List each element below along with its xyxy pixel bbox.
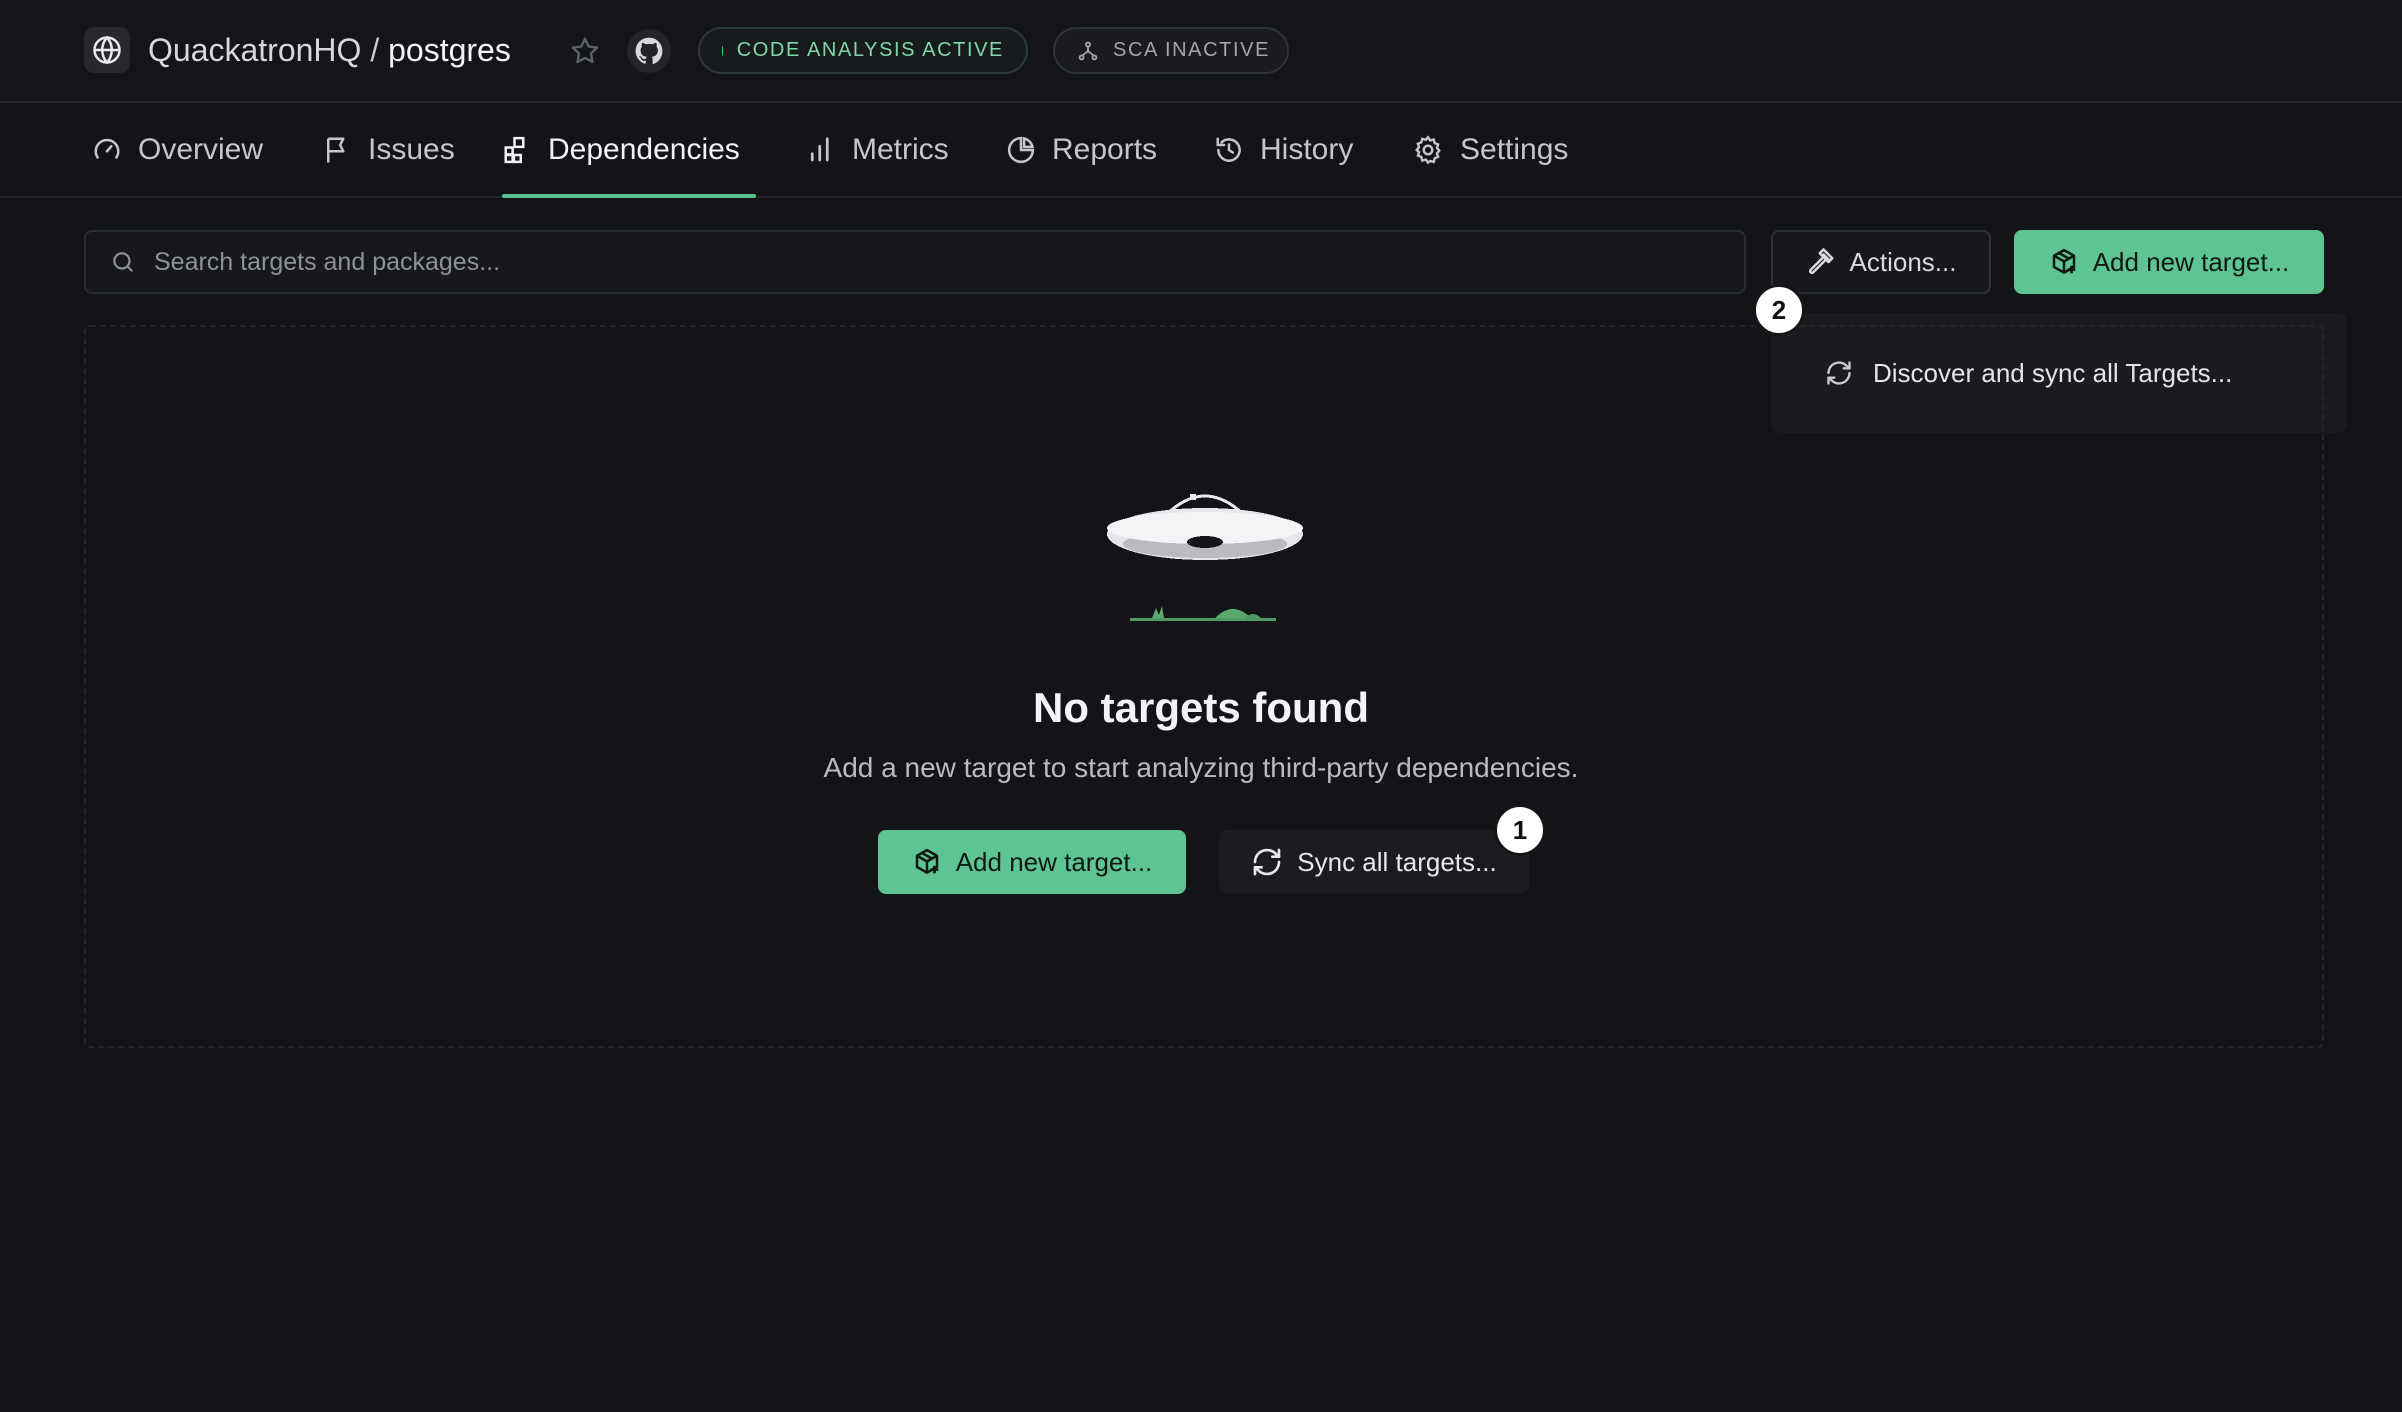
search-icon bbox=[110, 249, 136, 275]
step-marker-1: 1 bbox=[1494, 804, 1546, 856]
hammer-icon bbox=[1806, 247, 1836, 277]
actions-button[interactable]: Actions... bbox=[1771, 230, 1991, 294]
add-new-target-label: Add new target... bbox=[2092, 246, 2290, 277]
tab-metrics-label: Metrics bbox=[852, 132, 949, 166]
gear-icon bbox=[1412, 134, 1444, 166]
package-plus-icon bbox=[2049, 247, 2079, 277]
tab-reports[interactable]: Reports bbox=[1006, 103, 1157, 196]
breadcrumb-separator: / bbox=[370, 32, 380, 68]
pie-chart-icon bbox=[1006, 135, 1036, 165]
code-analysis-status-badge: CODE ANALYSIS ACTIVE bbox=[698, 27, 1028, 74]
sca-status-badge: SCA INACTIVE bbox=[1053, 27, 1289, 74]
empty-add-new-target-button[interactable]: Add new target... bbox=[878, 830, 1186, 894]
repo-name[interactable]: postgres bbox=[388, 32, 511, 68]
tab-issues-label: Issues bbox=[368, 132, 455, 166]
empty-add-new-target-label: Add new target... bbox=[955, 846, 1153, 877]
gauge-icon bbox=[92, 135, 122, 165]
blocks-icon bbox=[502, 135, 532, 165]
sca-network-icon bbox=[1077, 40, 1099, 62]
status-dot bbox=[722, 45, 723, 56]
add-new-target-button[interactable]: Add new target... bbox=[2014, 230, 2324, 294]
step-marker-2: 2 bbox=[1753, 284, 1805, 336]
top-header: QuackatronHQ / postgres CODE ANALYSIS AC… bbox=[0, 0, 2402, 103]
repo-breadcrumb: QuackatronHQ / postgres bbox=[148, 30, 511, 70]
actions-button-label: Actions... bbox=[1849, 246, 1957, 277]
tab-dependencies-label: Dependencies bbox=[548, 132, 740, 166]
sync-all-targets-label: Sync all targets... bbox=[1297, 846, 1497, 877]
refresh-icon bbox=[1251, 846, 1283, 878]
bar-chart-icon bbox=[806, 135, 836, 165]
empty-state-subtitle: Add a new target to start analyzing thir… bbox=[823, 752, 1579, 783]
sync-all-targets-button[interactable]: Sync all targets... bbox=[1219, 830, 1529, 894]
search-bar[interactable] bbox=[84, 230, 1746, 294]
tab-history-label: History bbox=[1260, 132, 1354, 166]
tab-history[interactable]: History bbox=[1214, 103, 1353, 196]
code-analysis-label: CODE ANALYSIS ACTIVE bbox=[736, 39, 1004, 61]
globe-icon[interactable] bbox=[84, 27, 130, 73]
tab-metrics[interactable]: Metrics bbox=[806, 103, 949, 196]
ufo-illustration bbox=[1100, 478, 1310, 628]
star-icon[interactable] bbox=[569, 35, 601, 67]
package-plus-icon bbox=[912, 847, 942, 877]
tab-settings-label: Settings bbox=[1460, 132, 1569, 166]
tab-bar: Overview Issues Dependencies Metrics Rep… bbox=[0, 103, 2402, 198]
tab-dependencies[interactable]: Dependencies bbox=[502, 103, 756, 198]
search-input[interactable] bbox=[154, 247, 1744, 277]
sca-label: SCA INACTIVE bbox=[1113, 39, 1271, 61]
github-icon[interactable] bbox=[627, 29, 671, 73]
tab-reports-label: Reports bbox=[1052, 132, 1158, 166]
empty-state-title: No targets found bbox=[1033, 684, 1369, 731]
tab-settings[interactable]: Settings bbox=[1412, 103, 1568, 196]
flag-icon bbox=[322, 135, 352, 165]
history-icon bbox=[1214, 135, 1244, 165]
tab-overview-label: Overview bbox=[138, 132, 264, 166]
org-link[interactable]: QuackatronHQ bbox=[148, 32, 361, 68]
tab-issues[interactable]: Issues bbox=[322, 103, 455, 196]
tab-overview[interactable]: Overview bbox=[92, 103, 263, 196]
